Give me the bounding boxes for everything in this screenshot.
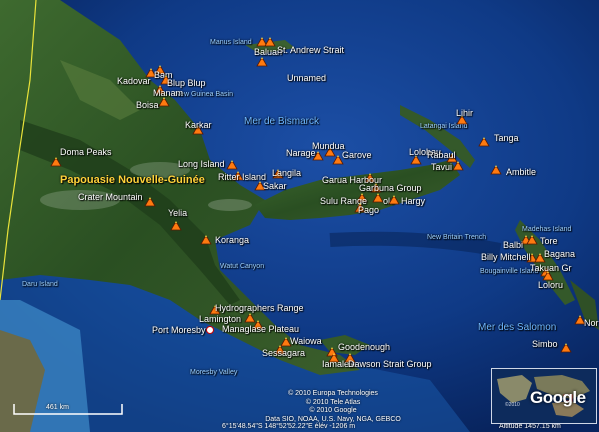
volcano-label-doma-peaks[interactable]: Doma Peaks [60,147,112,157]
volcano-label-waiowa[interactable]: Waiowa [290,336,322,346]
copyright-block: © 2010 Europa Technologies © 2010 Tele A… [238,390,428,424]
volcano-label-sakar[interactable]: Sakar [263,181,287,191]
map-view[interactable]: Papouasie Nouvelle-Guinée Mer de Bismarc… [0,0,599,432]
volcano-label-lihir[interactable]: Lihir [456,108,473,118]
volcano-label-pago[interactable]: Pago [358,205,379,215]
city-label-port-moresby: Port Moresby [152,325,206,335]
volcano-label-long-island[interactable]: Long Island [178,159,225,169]
copyright-line: © 2010 Tele Atlas [305,398,361,406]
volcano-label-st-andrew[interactable]: St. Andrew Strait [277,45,344,55]
volcano-label-tavui[interactable]: Tavui [431,162,452,172]
volcano-marker-icon[interactable] [526,235,538,245]
volcano-label-lamington[interactable]: Lamington [199,314,241,324]
volcano-label-garbuna[interactable]: Garbuna Group [359,183,422,193]
volcano-marker-icon[interactable] [170,221,182,231]
volcano-label-unnamed[interactable]: Unnamed [287,73,326,83]
volcano-label-rabaul[interactable]: Rabaul [427,150,456,160]
volcano-label-yelia[interactable]: Yelia [168,208,187,218]
label-nbtrench: New Britain Trench [427,234,487,241]
sea-label-salomon: Mer des Salomon [478,322,557,333]
volcano-label-managlase[interactable]: Managlase Plateau [222,324,299,334]
sea-label-bismarck: Mer de Bismarck [244,116,320,127]
volcano-label-loloru[interactable]: Loloru [538,280,563,290]
volcano-marker-icon[interactable] [388,195,400,205]
volcano-label-garove[interactable]: Garove [342,150,372,160]
coordinate-readout: 6°15'48.54"S 148°52'52.22"E élév -1206 m [222,423,356,430]
label-newguinea-basin: New Guinea Basin [175,91,233,98]
volcano-label-dawson[interactable]: Dawson Strait Group [348,359,432,369]
volcano-marker-icon[interactable] [490,165,502,175]
volcano-label-bagana[interactable]: Bagana [544,249,575,259]
volcano-label-billy-mitchell[interactable]: Billy Mitchell [481,252,531,262]
volcano-label-ambitle[interactable]: Ambitle [506,167,536,177]
label-moresby-valley: Moresby Valley [190,369,238,376]
volcano-label-blup-blup[interactable]: Blup Blup [167,78,206,88]
label-manus: Manus Island [210,39,252,46]
region-label-papua: Papouasie Nouvelle-Guinée [60,174,205,186]
volcano-label-mundua[interactable]: Mundua [312,141,345,151]
volcano-label-karkar[interactable]: Karkar [185,120,212,130]
label-watut: Watut Canyon [220,263,265,270]
volcano-label-simbo[interactable]: Simbo [532,339,558,349]
scale-bar [13,404,123,415]
volcano-marker-icon[interactable] [256,57,268,67]
volcano-label-crater-mountain[interactable]: Crater Mountain [78,192,143,202]
volcano-label-tore[interactable]: Tore [540,236,558,246]
volcano-marker-icon[interactable] [200,235,212,245]
volcano-label-tanga[interactable]: Tanga [494,133,519,143]
volcano-marker-icon[interactable] [264,37,276,47]
volcano-marker-icon[interactable] [226,160,238,170]
scale-label: 461 km [46,404,69,411]
volcano-label-langila[interactable]: Langila [272,168,301,178]
volcano-marker-icon[interactable] [158,97,170,107]
volcano-marker-icon[interactable] [50,157,62,167]
volcano-marker-icon[interactable] [560,343,572,353]
volcano-label-hargy[interactable]: Hargy [401,196,425,206]
volcano-label-nor[interactable]: Nor [584,318,599,328]
inset-copyright: ©2010 [505,402,520,408]
volcano-label-boisa[interactable]: Boisa [136,100,159,110]
eye-altitude-readout: Altitude 1457.15 km [499,423,561,430]
google-logo: Google [530,388,586,407]
city-marker[interactable] [206,326,214,334]
volcano-label-sessagara[interactable]: Sessagara [262,348,305,358]
volcano-label-hydrographers[interactable]: Hydrographers Range [215,303,304,313]
copyright-line: © 2010 Google [309,407,357,414]
volcano-label-koranga[interactable]: Koranga [215,235,249,245]
volcano-label-kadovar[interactable]: Kadovar [117,76,151,86]
volcano-label-goodenough[interactable]: Goodenough [338,342,390,352]
label-daru: Daru Island [22,281,58,288]
volcano-marker-icon[interactable] [144,197,156,207]
copyright-line: © 2010 Europa Technologies [288,390,378,397]
volcano-marker-icon[interactable] [478,137,490,147]
volcano-marker-icon[interactable] [452,161,464,171]
label-madehas: Madehas Island [522,226,572,233]
volcano-label-balbi[interactable]: Balbi [503,240,523,250]
